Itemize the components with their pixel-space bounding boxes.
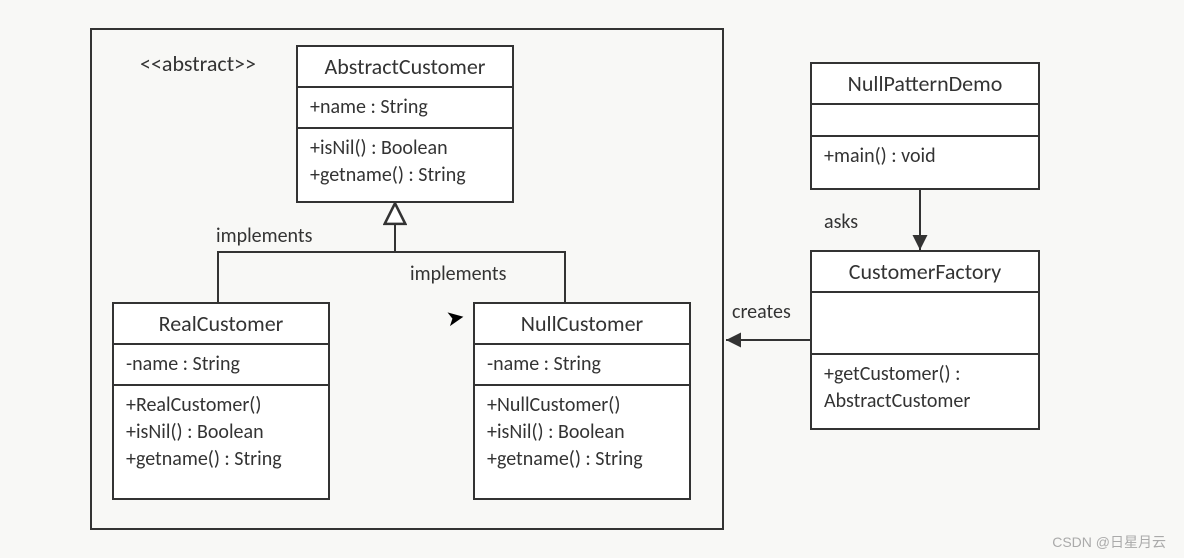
class-title: NullCustomer: [475, 304, 689, 345]
label-asks: asks: [824, 210, 858, 234]
label-implements-right: implements: [410, 262, 506, 286]
class-attrs: [812, 105, 1038, 137]
class-ops: +main() : void: [812, 137, 1038, 176]
label-implements-left: implements: [216, 224, 312, 248]
class-abstract-customer: AbstractCustomer +name : String +isNil()…: [296, 45, 514, 203]
watermark-text: CSDN @日星月云: [1052, 532, 1166, 552]
diagram-canvas: <<abstract>> AbstractCustomer +name : St…: [0, 0, 1184, 558]
label-creates: creates: [732, 300, 791, 324]
class-ops: +isNil() : Boolean +getname() : String: [298, 129, 512, 195]
class-customer-factory: CustomerFactory +getCustomer() : Abstrac…: [810, 250, 1040, 430]
class-null-customer: NullCustomer -name : String +NullCustome…: [473, 302, 691, 500]
class-attrs: -name : String: [114, 345, 328, 386]
class-ops: +NullCustomer() +isNil() : Boolean +getn…: [475, 386, 689, 479]
class-ops: +RealCustomer() +isNil() : Boolean +getn…: [114, 386, 328, 479]
class-attrs: [812, 293, 1038, 355]
class-title: AbstractCustomer: [298, 47, 512, 88]
class-title: CustomerFactory: [812, 252, 1038, 293]
class-null-pattern-demo: NullPatternDemo +main() : void: [810, 62, 1040, 190]
class-attrs: -name : String: [475, 345, 689, 386]
class-title: RealCustomer: [114, 304, 328, 345]
class-attrs: +name : String: [298, 88, 512, 129]
stereotype-label: <<abstract>>: [140, 50, 256, 77]
class-title: NullPatternDemo: [812, 64, 1038, 105]
class-ops: +getCustomer() : AbstractCustomer: [812, 355, 1038, 421]
class-real-customer: RealCustomer -name : String +RealCustome…: [112, 302, 330, 500]
